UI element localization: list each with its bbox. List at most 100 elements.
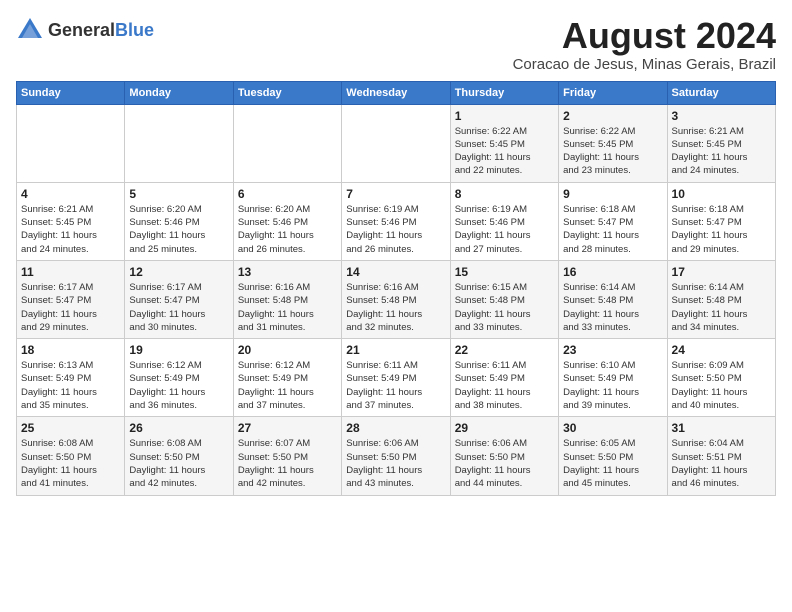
day-number: 29 bbox=[455, 421, 554, 435]
day-info: Sunrise: 6:22 AMSunset: 5:45 PMDaylight:… bbox=[455, 125, 554, 178]
calendar-cell bbox=[17, 104, 125, 182]
weekday-header-wednesday: Wednesday bbox=[342, 81, 450, 104]
calendar-cell bbox=[125, 104, 233, 182]
calendar-cell: 16 Sunrise: 6:14 AMSunset: 5:48 PMDayligh… bbox=[559, 260, 667, 338]
logo: GeneralBlue bbox=[16, 16, 154, 44]
day-number: 28 bbox=[346, 421, 445, 435]
day-info: Sunrise: 6:07 AMSunset: 5:50 PMDaylight:… bbox=[238, 437, 337, 490]
calendar-cell: 19Sunrise: 6:12 AMSunset: 5:49 PMDayligh… bbox=[125, 339, 233, 417]
calendar-cell: 13 Sunrise: 6:16 AMSunset: 5:48 PMDayligh… bbox=[233, 260, 341, 338]
day-number: 12 bbox=[129, 265, 228, 279]
calendar-cell: 23Sunrise: 6:10 AMSunset: 5:49 PMDayligh… bbox=[559, 339, 667, 417]
weekday-header-thursday: Thursday bbox=[450, 81, 558, 104]
day-number: 10 bbox=[672, 187, 771, 201]
week-row-2: 4 Sunrise: 6:21 AMSunset: 5:45 PMDaylight… bbox=[17, 182, 776, 260]
weekday-header-monday: Monday bbox=[125, 81, 233, 104]
calendar-cell: 14Sunrise: 6:16 AMSunset: 5:48 PMDayligh… bbox=[342, 260, 450, 338]
calendar-cell: 26 Sunrise: 6:08 AMSunset: 5:50 PMDayligh… bbox=[125, 417, 233, 495]
calendar-cell: 31 Sunrise: 6:04 AMSunset: 5:51 PMDayligh… bbox=[667, 417, 775, 495]
calendar-cell: 20 Sunrise: 6:12 AMSunset: 5:49 PMDayligh… bbox=[233, 339, 341, 417]
weekday-header-saturday: Saturday bbox=[667, 81, 775, 104]
day-info: Sunrise: 6:14 AMSunset: 5:48 PMDaylight:… bbox=[563, 281, 662, 334]
day-number: 3 bbox=[672, 109, 771, 123]
calendar-cell: 6 Sunrise: 6:20 AMSunset: 5:46 PMDaylight… bbox=[233, 182, 341, 260]
day-info: Sunrise: 6:18 AMSunset: 5:47 PMDaylight:… bbox=[563, 203, 662, 256]
calendar-cell: 21 Sunrise: 6:11 AMSunset: 5:49 PMDayligh… bbox=[342, 339, 450, 417]
day-info: Sunrise: 6:06 AMSunset: 5:50 PMDaylight:… bbox=[455, 437, 554, 490]
calendar-cell: 1 Sunrise: 6:22 AMSunset: 5:45 PMDaylight… bbox=[450, 104, 558, 182]
calendar-cell: 15Sunrise: 6:15 AMSunset: 5:48 PMDayligh… bbox=[450, 260, 558, 338]
calendar-cell: 25 Sunrise: 6:08 AMSunset: 5:50 PMDayligh… bbox=[17, 417, 125, 495]
calendar-cell: 2 Sunrise: 6:22 AMSunset: 5:45 PMDaylight… bbox=[559, 104, 667, 182]
day-info: Sunrise: 6:13 AMSunset: 5:49 PMDaylight:… bbox=[21, 359, 120, 412]
day-info: Sunrise: 6:22 AMSunset: 5:45 PMDaylight:… bbox=[563, 125, 662, 178]
day-info: Sunrise: 6:20 AMSunset: 5:46 PMDaylight:… bbox=[238, 203, 337, 256]
location-subtitle: Coracao de Jesus, Minas Gerais, Brazil bbox=[513, 56, 776, 73]
calendar-cell: 29 Sunrise: 6:06 AMSunset: 5:50 PMDayligh… bbox=[450, 417, 558, 495]
day-info: Sunrise: 6:14 AMSunset: 5:48 PMDaylight:… bbox=[672, 281, 771, 334]
calendar-cell: 5Sunrise: 6:20 AMSunset: 5:46 PMDaylight… bbox=[125, 182, 233, 260]
day-number: 17 bbox=[672, 265, 771, 279]
day-info: Sunrise: 6:19 AMSunset: 5:46 PMDaylight:… bbox=[346, 203, 445, 256]
weekday-header-tuesday: Tuesday bbox=[233, 81, 341, 104]
week-row-4: 18 Sunrise: 6:13 AMSunset: 5:49 PMDayligh… bbox=[17, 339, 776, 417]
weekday-header-row: SundayMondayTuesdayWednesdayThursdayFrid… bbox=[17, 81, 776, 104]
day-info: Sunrise: 6:08 AMSunset: 5:50 PMDaylight:… bbox=[21, 437, 120, 490]
day-info: Sunrise: 6:05 AMSunset: 5:50 PMDaylight:… bbox=[563, 437, 662, 490]
day-number: 7 bbox=[346, 187, 445, 201]
day-number: 30 bbox=[563, 421, 662, 435]
calendar-cell: 4 Sunrise: 6:21 AMSunset: 5:45 PMDaylight… bbox=[17, 182, 125, 260]
day-info: Sunrise: 6:16 AMSunset: 5:48 PMDaylight:… bbox=[238, 281, 337, 334]
day-number: 2 bbox=[563, 109, 662, 123]
week-row-5: 25 Sunrise: 6:08 AMSunset: 5:50 PMDayligh… bbox=[17, 417, 776, 495]
calendar-cell: 30 Sunrise: 6:05 AMSunset: 5:50 PMDayligh… bbox=[559, 417, 667, 495]
day-number: 24 bbox=[672, 343, 771, 357]
day-info: Sunrise: 6:18 AMSunset: 5:47 PMDaylight:… bbox=[672, 203, 771, 256]
day-info: Sunrise: 6:16 AMSunset: 5:48 PMDaylight:… bbox=[346, 281, 445, 334]
day-info: Sunrise: 6:10 AMSunset: 5:49 PMDaylight:… bbox=[563, 359, 662, 412]
calendar-cell: 24 Sunrise: 6:09 AMSunset: 5:50 PMDayligh… bbox=[667, 339, 775, 417]
logo-icon bbox=[16, 16, 44, 44]
calendar-cell: 27 Sunrise: 6:07 AMSunset: 5:50 PMDayligh… bbox=[233, 417, 341, 495]
day-number: 27 bbox=[238, 421, 337, 435]
day-info: Sunrise: 6:12 AMSunset: 5:49 PMDaylight:… bbox=[238, 359, 337, 412]
month-year-title: August 2024 bbox=[513, 16, 776, 56]
calendar-cell: 8Sunrise: 6:19 AMSunset: 5:46 PMDaylight… bbox=[450, 182, 558, 260]
day-number: 31 bbox=[672, 421, 771, 435]
weekday-header-sunday: Sunday bbox=[17, 81, 125, 104]
calendar-cell: 17 Sunrise: 6:14 AMSunset: 5:48 PMDayligh… bbox=[667, 260, 775, 338]
week-row-1: 1 Sunrise: 6:22 AMSunset: 5:45 PMDaylight… bbox=[17, 104, 776, 182]
day-info: Sunrise: 6:11 AMSunset: 5:49 PMDaylight:… bbox=[455, 359, 554, 412]
day-info: Sunrise: 6:17 AMSunset: 5:47 PMDaylight:… bbox=[21, 281, 120, 334]
day-number: 13 bbox=[238, 265, 337, 279]
day-info: Sunrise: 6:11 AMSunset: 5:49 PMDaylight:… bbox=[346, 359, 445, 412]
calendar-cell: 7 Sunrise: 6:19 AMSunset: 5:46 PMDaylight… bbox=[342, 182, 450, 260]
calendar-cell: 11 Sunrise: 6:17 AMSunset: 5:47 PMDayligh… bbox=[17, 260, 125, 338]
day-number: 18 bbox=[21, 343, 120, 357]
day-number: 9 bbox=[563, 187, 662, 201]
day-info: Sunrise: 6:08 AMSunset: 5:50 PMDaylight:… bbox=[129, 437, 228, 490]
page-header: GeneralBlue August 2024 Coracao de Jesus… bbox=[16, 16, 776, 73]
day-info: Sunrise: 6:06 AMSunset: 5:50 PMDaylight:… bbox=[346, 437, 445, 490]
day-number: 26 bbox=[129, 421, 228, 435]
calendar-cell: 12Sunrise: 6:17 AMSunset: 5:47 PMDayligh… bbox=[125, 260, 233, 338]
calendar-cell: 10 Sunrise: 6:18 AMSunset: 5:47 PMDayligh… bbox=[667, 182, 775, 260]
day-number: 21 bbox=[346, 343, 445, 357]
day-info: Sunrise: 6:04 AMSunset: 5:51 PMDaylight:… bbox=[672, 437, 771, 490]
day-number: 4 bbox=[21, 187, 120, 201]
calendar-cell: 9 Sunrise: 6:18 AMSunset: 5:47 PMDaylight… bbox=[559, 182, 667, 260]
day-number: 22 bbox=[455, 343, 554, 357]
day-number: 11 bbox=[21, 265, 120, 279]
day-info: Sunrise: 6:09 AMSunset: 5:50 PMDaylight:… bbox=[672, 359, 771, 412]
day-number: 8 bbox=[455, 187, 554, 201]
title-block: August 2024 Coracao de Jesus, Minas Gera… bbox=[513, 16, 776, 73]
day-number: 6 bbox=[238, 187, 337, 201]
calendar-cell: 28 Sunrise: 6:06 AMSunset: 5:50 PMDayligh… bbox=[342, 417, 450, 495]
day-number: 25 bbox=[21, 421, 120, 435]
calendar-cell: 18 Sunrise: 6:13 AMSunset: 5:49 PMDayligh… bbox=[17, 339, 125, 417]
day-number: 20 bbox=[238, 343, 337, 357]
day-number: 1 bbox=[455, 109, 554, 123]
day-info: Sunrise: 6:21 AMSunset: 5:45 PMDaylight:… bbox=[21, 203, 120, 256]
day-info: Sunrise: 6:12 AMSunset: 5:49 PMDaylight:… bbox=[129, 359, 228, 412]
day-number: 16 bbox=[563, 265, 662, 279]
